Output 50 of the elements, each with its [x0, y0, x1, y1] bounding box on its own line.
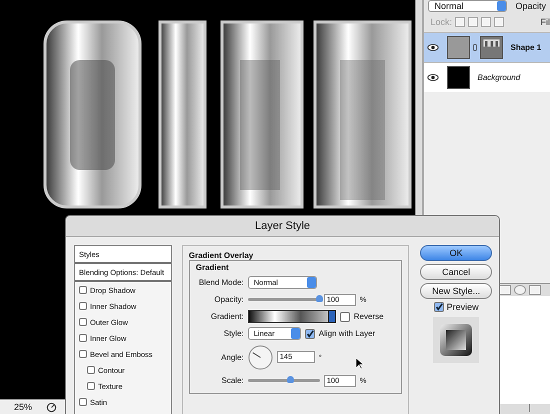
field-label: Style:: [222, 329, 244, 338]
slider-thumb[interactable]: [316, 295, 323, 302]
checkbox-label: Preview: [446, 302, 479, 312]
eye-icon[interactable]: [427, 73, 440, 82]
field-label: Blend Mode:: [198, 278, 244, 287]
checkbox[interactable]: [304, 328, 315, 338]
group-title: Gradient: [196, 263, 230, 272]
dialog-button[interactable]: Cancel: [420, 264, 492, 280]
checkbox[interactable]: [79, 398, 87, 406]
checkbox-label: Reverse: [354, 312, 384, 321]
field-label: Opacity:: [213, 295, 244, 304]
layer-thumbnail: [447, 36, 470, 59]
field-label: Angle:: [220, 352, 244, 362]
checkbox[interactable]: [79, 286, 87, 294]
eye-icon[interactable]: [427, 43, 440, 52]
layer-row[interactable]: Background: [424, 62, 550, 92]
checkbox-label: Align with Layer: [318, 329, 376, 338]
field-label: Gradient:: [210, 312, 244, 321]
slider-thumb[interactable]: [286, 376, 294, 383]
checkbox[interactable]: [87, 366, 95, 374]
zoom-level[interactable]: 25%: [14, 402, 32, 412]
style-preview: [433, 317, 480, 363]
checkbox[interactable]: [79, 318, 87, 326]
dialog-button[interactable]: New Style...: [420, 283, 492, 299]
pointer-icon: [356, 358, 364, 370]
link-icon: [473, 43, 478, 52]
dialog-title: Layer Style: [254, 220, 310, 232]
layer-name: Shape 1: [510, 43, 542, 52]
angle-dial[interactable]: [248, 344, 273, 370]
layer-thumbnail: [447, 66, 470, 89]
gradient-picker[interactable]: [248, 310, 336, 323]
checkbox[interactable]: [87, 382, 95, 390]
checkbox[interactable]: [340, 312, 350, 322]
navigator-icon[interactable]: [46, 402, 58, 412]
checkbox[interactable]: [434, 302, 444, 312]
checkbox[interactable]: [79, 302, 87, 310]
field-label: Scale:: [220, 376, 244, 385]
section-title: Gradient Overlay: [188, 251, 254, 260]
layer-name: Background: [477, 73, 520, 82]
layer-row[interactable]: Shape 1: [424, 32, 550, 62]
slider-track[interactable]: [248, 379, 320, 382]
checkbox[interactable]: [79, 350, 87, 358]
dialog-button[interactable]: OK: [420, 245, 492, 261]
opacity-label: Opacity: [515, 1, 546, 11]
fill-label: Fil: [540, 17, 550, 27]
checkbox[interactable]: [79, 334, 87, 342]
slider-track[interactable]: [248, 298, 320, 301]
adjustment-icon[interactable]: [514, 285, 526, 295]
blend-mode-dropdown[interactable]: Normal: [428, 0, 508, 12]
lock-label: Lock:: [430, 17, 452, 27]
